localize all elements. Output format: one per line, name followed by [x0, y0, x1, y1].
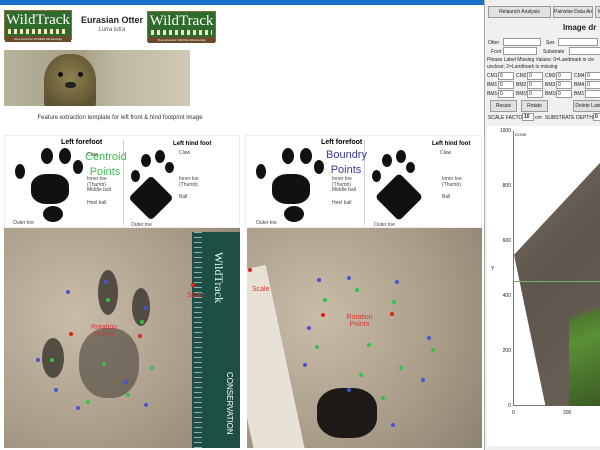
- landmark-label: CM3: [545, 73, 556, 79]
- left-hind-foot-title: Left hind foot: [432, 141, 471, 147]
- landmark-input[interactable]: 0: [585, 81, 600, 89]
- boundary-points-label: Boundry Points: [326, 149, 367, 176]
- landmark-input[interactable]: 0: [498, 72, 514, 80]
- template-caption: Feature extraction template for left fro…: [37, 115, 203, 121]
- inner-toe-label: Inner toe (Thumb): [442, 176, 462, 188]
- image-plot[interactable]: DONE Y 1000 800 600 400 200 0 0 200: [487, 126, 600, 446]
- claw-label: Claw: [87, 152, 99, 158]
- rotation-points-label: Rotation Points: [346, 314, 373, 328]
- scale-factor-label: SCALE FACTOR: [488, 115, 526, 121]
- landmark-input[interactable]: 0: [527, 90, 543, 98]
- otter-label: Otter: [488, 40, 500, 46]
- wildtrack-logo: WildTrack Non-invasive Wildlife Monitorin…: [4, 10, 72, 42]
- otter-photo: [4, 50, 190, 106]
- landmark-label: BM3: [545, 82, 556, 88]
- ruler: WildTrack CONSERVATION: [192, 232, 240, 448]
- sex-label: Sex: [546, 40, 555, 46]
- landmark-input[interactable]: 0: [527, 72, 543, 80]
- species-common-name: Eurasian Otter: [80, 15, 144, 25]
- centroid-diagram: Left forefoot Left hind foot Centroid Po…: [4, 135, 240, 228]
- instructions-line: Please Label Missing Values: 0=Landmark …: [487, 57, 595, 63]
- middle-ball-label: Middle ball: [87, 187, 111, 193]
- foot-input[interactable]: [503, 47, 537, 55]
- species-title: Eurasian Otter Lutra lutra: [78, 15, 146, 33]
- otter-input[interactable]: [503, 38, 541, 46]
- rotate-button[interactable]: Rotate: [521, 100, 548, 112]
- ruler-brand: WildTrack: [212, 252, 226, 304]
- substrate-depth-label: SUBSTRATE DEPTH: [545, 115, 593, 121]
- landmark-input[interactable]: [585, 90, 600, 98]
- landmark-input[interactable]: 0: [556, 81, 572, 89]
- y-tick-label: 800: [502, 183, 511, 189]
- substrate-input[interactable]: [569, 47, 600, 55]
- logo-text: WildTrack: [149, 13, 214, 29]
- logo-text: WildTrack: [6, 12, 70, 28]
- landmark-input[interactable]: 0: [498, 90, 514, 98]
- species-latin-name: Lutra lutra: [98, 27, 126, 33]
- rotation-points-label: Rotation Points: [90, 324, 118, 338]
- substrate-depth-input[interactable]: 0: [593, 113, 600, 121]
- landmark-input[interactable]: 0: [556, 90, 572, 98]
- heel-ball-label: Heel ball: [87, 200, 107, 206]
- left-forefoot-title: Left forefoot: [61, 139, 103, 146]
- landmark-label: BM4: [574, 82, 585, 88]
- relaunch-analysis-button[interactable]: Relaunch Analysis: [488, 6, 551, 18]
- landmark-label: CM1: [487, 73, 498, 79]
- plot-status: DONE: [515, 132, 527, 137]
- y-tick-label: 0: [508, 403, 511, 409]
- landmark-input[interactable]: 0: [585, 72, 600, 80]
- scale-factor-input[interactable]: 10: [522, 113, 534, 121]
- ball-label: Ball: [179, 194, 188, 200]
- more-button[interactable]: M: [595, 6, 600, 18]
- claw-label: Claw: [179, 150, 191, 156]
- left-forefoot-title: Left forefoot: [321, 139, 363, 146]
- y-tick-label: 200: [502, 348, 511, 354]
- landmark-input[interactable]: 0: [527, 81, 543, 89]
- logo-tagline: Non-invasive Wildlife Monitoring: [5, 36, 71, 42]
- x-tick-label: 200: [563, 410, 572, 416]
- x-tick-label: 0: [512, 410, 515, 416]
- left-hind-foot-title: Left hind foot: [173, 141, 212, 147]
- resize-button[interactable]: Resize: [490, 100, 517, 112]
- outer-toe-label: Outer toe: [256, 220, 277, 226]
- claw-label: Claw: [440, 150, 452, 156]
- middle-ball-label: Middle ball: [332, 187, 356, 193]
- foot-label: Foot: [491, 49, 502, 55]
- footprint-photo-front: WildTrack CONSERVATION Scale Rotation Po…: [4, 228, 240, 448]
- instructions-line: unclear; 2=Landmark is missing: [487, 64, 558, 70]
- landmark-input[interactable]: 0: [498, 81, 514, 89]
- landmark-label: CM4: [574, 73, 585, 79]
- delete-last-button[interactable]: Delete Last: [573, 100, 600, 112]
- ruler-text: CONSERVATION: [225, 372, 234, 435]
- y-tick-label: 600: [502, 238, 511, 244]
- y-tick-label: 400: [502, 293, 511, 299]
- landmark-label: BM2: [516, 82, 527, 88]
- scale-label: Scale: [252, 286, 270, 293]
- landmark-label: CM2: [516, 73, 527, 79]
- ball-label: Ball: [442, 194, 451, 200]
- scale-label: Scale: [187, 292, 205, 299]
- inner-toe-label: Inner toe (Thumb): [179, 176, 199, 188]
- y-axis-label: Y: [491, 266, 495, 272]
- substrate-label: Substrate: [543, 49, 565, 55]
- analysis-panel: Relaunch Analysis Pairwise Data Analysis…: [484, 0, 600, 450]
- footprint-photo-hind: Scale Rotation Points: [247, 228, 482, 448]
- scale-unit: cm: [535, 115, 542, 121]
- sex-input[interactable]: [558, 38, 598, 46]
- boundary-diagram: Left forefoot Left hind foot Boundry Poi…: [245, 135, 482, 228]
- wildtrack-logo-2: WildTrack Non-invasive Wildlife Monitorin…: [147, 11, 216, 43]
- outer-toe-label: Outer toe: [13, 220, 34, 226]
- logo-tagline: Non-invasive Wildlife Monitoring: [148, 37, 215, 43]
- guide-line: [514, 281, 600, 282]
- y-tick-label: 1000: [499, 128, 511, 134]
- landmark-input[interactable]: 0: [556, 72, 572, 80]
- landmark-label: BM1: [487, 82, 498, 88]
- heel-ball-label: Heel ball: [332, 200, 352, 206]
- panel-title: Image dr: [563, 23, 597, 32]
- pairwise-data-analysis-button[interactable]: Pairwise Data Analysis: [553, 6, 593, 18]
